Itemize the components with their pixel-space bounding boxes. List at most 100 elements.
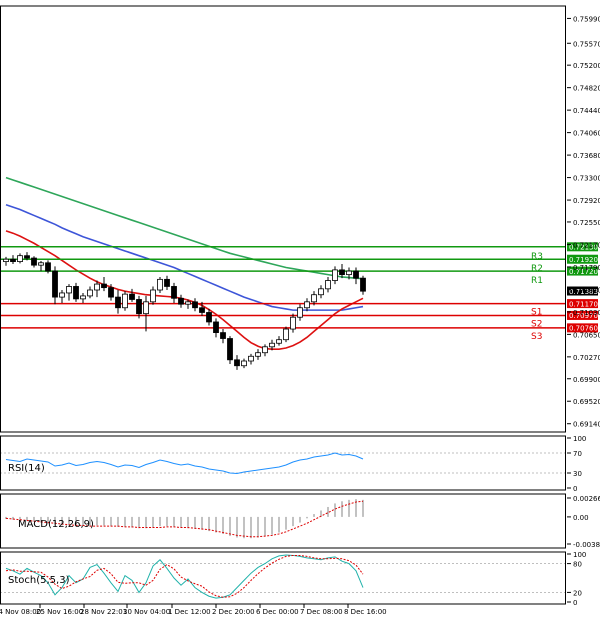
level-name-r1: R1: [531, 276, 543, 286]
candle-bull: [38, 262, 44, 266]
price-tick-label: 0.71410: [573, 286, 600, 294]
price-tick-label: 0.75570: [573, 40, 600, 48]
level-name-r2: R2: [531, 264, 543, 274]
stoch-tick-label: 100: [573, 551, 586, 559]
price-tick-label: 0.69900: [573, 376, 600, 384]
price-tick-label: 0.72550: [573, 219, 600, 227]
rsi-tick-label: 30: [573, 470, 582, 478]
rsi-label: RSI(14): [8, 463, 45, 474]
candle-bull: [94, 283, 100, 291]
candle-bull: [3, 258, 9, 263]
candle-bull: [346, 270, 352, 276]
candle-bull: [17, 255, 23, 263]
candle-bull: [283, 328, 289, 341]
candle-bull: [150, 289, 156, 303]
candle-bear: [339, 269, 345, 276]
rsi-tick-label: 100: [573, 435, 586, 443]
candle-bull: [304, 301, 310, 309]
candle-bull: [276, 339, 282, 344]
candle-bear: [227, 338, 233, 361]
candle-bear: [199, 307, 205, 313]
level-name-s3: S3: [531, 332, 542, 342]
candle-bull: [318, 288, 324, 296]
price-tick-label: 0.71790: [573, 264, 600, 272]
price-tick-label: 0.73300: [573, 175, 600, 183]
time-tick-label: 2 Dec 20:00: [212, 608, 255, 616]
macd-tick-label: -0.003817: [573, 541, 600, 549]
candle-bear: [220, 332, 226, 339]
time-tick-label: 25 Nov 16:00: [36, 608, 83, 616]
candle-bear: [52, 270, 58, 298]
rsi-tick-label: 0: [573, 485, 577, 493]
rsi-tick-label: 70: [573, 450, 582, 458]
forex-chart: R30.72130R20.71920R10.71720S10.71170S20.…: [0, 0, 600, 621]
candle-bear: [360, 277, 366, 292]
stoch-tick-label: 80: [573, 561, 582, 569]
candle-bull: [325, 280, 331, 290]
candle-bull: [262, 346, 268, 354]
level-price-label: 0.71920: [569, 256, 598, 264]
candle-bear: [234, 359, 240, 367]
candle-bear: [31, 257, 37, 266]
candle-bear: [171, 286, 177, 299]
candle-bear: [108, 287, 114, 298]
time-tick-label: 28 Nov 22:01: [80, 608, 127, 616]
candle-bear: [101, 283, 107, 289]
candle-bear: [73, 286, 79, 300]
time-tick-label: 1 Dec 12:00: [168, 608, 211, 616]
candle-bull: [87, 289, 93, 297]
stoch-tick-label: 0: [573, 599, 577, 607]
candle-bull: [143, 301, 149, 315]
price-tick-label: 0.74060: [573, 130, 600, 138]
time-tick-label: 8 Dec 16:00: [344, 608, 387, 616]
candle-bear: [164, 278, 170, 287]
time-tick-label: 6 Dec 00:00: [256, 608, 299, 616]
time-tick-label: 7 Dec 08:00: [300, 608, 343, 616]
candle-bull: [66, 286, 72, 294]
price-tick-label: 0.75990: [573, 15, 600, 23]
candle-bear: [136, 299, 142, 315]
time-tick-label: 30 Nov 04:00: [123, 608, 170, 616]
candle-bear: [192, 301, 198, 309]
macd-tick-label: 0.002662: [573, 495, 600, 503]
price-tick-label: 0.73680: [573, 152, 600, 160]
stoch-label: Stoch(5,5,3): [8, 575, 70, 586]
candle-bear: [10, 258, 16, 263]
candle-bull: [157, 278, 163, 291]
candle-bear: [213, 321, 219, 334]
candle-bull: [311, 294, 317, 303]
candle-bull: [269, 342, 275, 348]
candle-bear: [178, 297, 184, 305]
candle-bear: [129, 293, 135, 300]
price-tick-label: 0.70270: [573, 354, 600, 362]
candle-bear: [206, 312, 212, 323]
price-tick-label: 0.69520: [573, 398, 600, 406]
candle-bull: [255, 352, 261, 357]
candle-bull: [122, 293, 128, 309]
candle-bear: [45, 262, 51, 272]
candle-bull: [248, 355, 254, 362]
candle-bull: [290, 316, 296, 330]
macd-label: MACD(12,26,9): [18, 519, 94, 530]
candle-bull: [297, 307, 303, 318]
candle-bull: [80, 295, 86, 300]
candle-bear: [24, 255, 30, 259]
candle-bear: [353, 270, 359, 279]
candle-bull: [185, 301, 191, 305]
level-price-label: 0.71170: [569, 300, 598, 308]
price-tick-label: 0.74440: [573, 107, 600, 115]
candle-bull: [332, 269, 338, 281]
stoch-tick-label: 20: [573, 589, 582, 597]
price-tick-label: 0.72170: [573, 241, 600, 249]
price-tick-label: 0.74820: [573, 85, 600, 93]
candle-bull: [241, 360, 247, 367]
price-tick-label: 0.70650: [573, 331, 600, 339]
price-tick-label: 0.69140: [573, 421, 600, 429]
price-tick-label: 0.75200: [573, 62, 600, 70]
macd-tick-label: 0.00: [573, 514, 589, 522]
level-name-r3: R3: [531, 252, 543, 262]
candle-bull: [59, 292, 65, 298]
candle-bear: [115, 296, 121, 309]
price-tick-label: 0.71030: [573, 309, 600, 317]
price-tick-label: 0.72920: [573, 197, 600, 205]
